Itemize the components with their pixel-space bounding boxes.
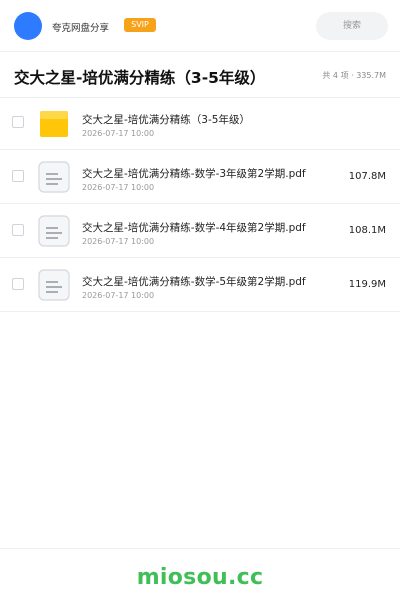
document-icon (38, 269, 70, 301)
file-row[interactable]: 交大之星-培优满分精练-数学-3年级第2学期.pdf 2026-07-17 10… (0, 150, 400, 204)
svip-badge: SVIP (124, 18, 156, 32)
page-title: 交大之星-培优满分精练（3-5年级） (14, 69, 266, 87)
sharer-name: 夸克网盘分享 (52, 23, 110, 34)
file-list: 交大之星-培优满分精练（3-5年级） 2026-07-17 10:00 交大之星… (0, 98, 400, 312)
file-row[interactable]: 交大之星-培优满分精练-数学-4年级第2学期.pdf 2026-07-17 10… (0, 204, 400, 258)
row-checkbox[interactable] (12, 278, 24, 290)
file-date: 2026-07-17 10:00 (82, 291, 155, 300)
row-checkbox[interactable] (12, 224, 24, 236)
file-date: 2026-07-17 10:00 (82, 129, 155, 138)
row-checkbox[interactable] (12, 170, 24, 182)
document-icon (38, 215, 70, 247)
avatar[interactable] (14, 12, 42, 40)
file-name[interactable]: 交大之星-培优满分精练-数学-5年级第2学期.pdf (82, 274, 306, 289)
file-date: 2026-07-17 10:00 (82, 237, 155, 246)
top-header: 夸克网盘分享 SVIP 搜索 (0, 0, 400, 52)
file-name[interactable]: 交大之星-培优满分精练-数学-3年级第2学期.pdf (82, 166, 306, 181)
file-name[interactable]: 交大之星-培优满分精练-数学-4年级第2学期.pdf (82, 220, 306, 235)
file-row[interactable]: 交大之星-培优满分精练（3-5年级） 2026-07-17 10:00 (0, 98, 400, 150)
file-row[interactable]: 交大之星-培优满分精练-数学-5年级第2学期.pdf 2026-07-17 10… (0, 258, 400, 312)
item-count-size: 共 4 项 · 335.7M (322, 71, 386, 80)
row-checkbox[interactable] (12, 116, 24, 128)
folder-icon (38, 108, 70, 140)
watermark-text: miosou.cc (136, 565, 264, 590)
search-button[interactable]: 搜索 (316, 12, 388, 40)
file-size: 119.9M (348, 279, 386, 290)
file-size: 108.1M (348, 225, 386, 236)
file-size: 107.8M (348, 171, 386, 182)
file-date: 2026-07-17 10:00 (82, 183, 155, 192)
footer: miosou.cc (0, 548, 400, 600)
title-bar: 交大之星-培优满分精练（3-5年级） 共 4 项 · 335.7M (0, 52, 400, 98)
document-icon (38, 161, 70, 193)
file-name[interactable]: 交大之星-培优满分精练（3-5年级） (82, 112, 250, 127)
